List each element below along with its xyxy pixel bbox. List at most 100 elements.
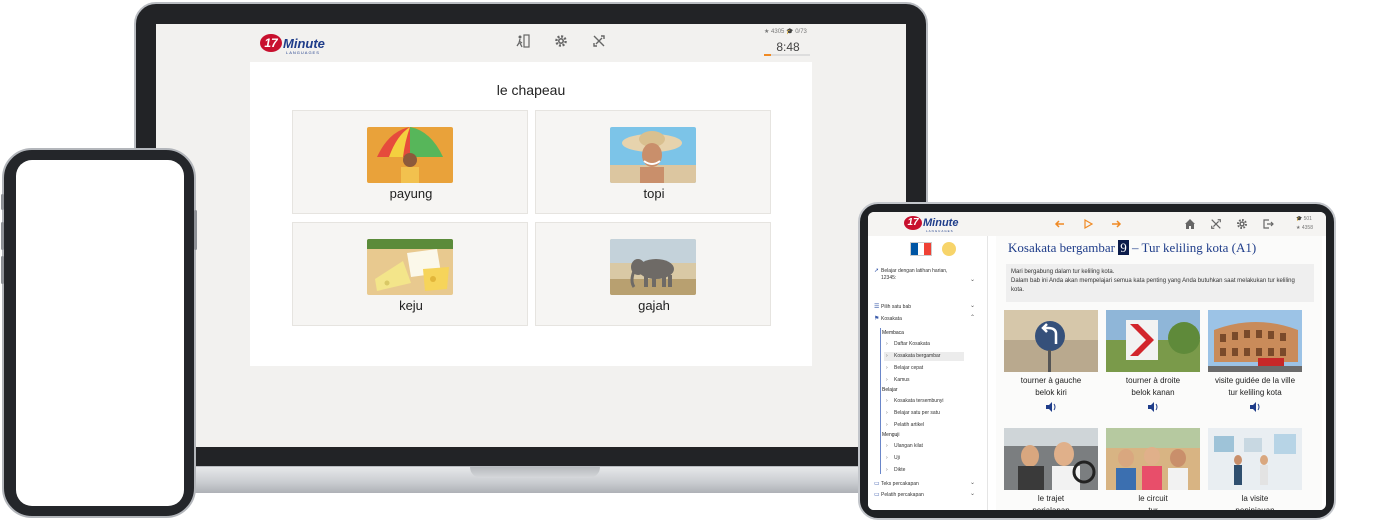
sidebar-item-pick-chapter[interactable]: ☰ Pilih satu bab <box>874 304 969 311</box>
option-label: payung <box>389 186 433 201</box>
sidebar-item-quick-learn[interactable]: Belajar cepat <box>884 364 964 373</box>
sidebar-item-daily[interactable]: ➚ Belajar dengan latihan harian, 12345: <box>874 268 969 282</box>
translation: tur keliling kota <box>1228 388 1282 397</box>
turn-left-sign-image <box>1004 310 1098 372</box>
logo-subtitle: LANGUAGES <box>926 229 954 233</box>
timer-progress <box>764 54 810 56</box>
home-icon[interactable] <box>1184 218 1196 230</box>
vocabulary-label: Kosakata <box>881 316 902 322</box>
answer-option[interactable]: gajah <box>535 222 771 326</box>
translation: belok kiri <box>1035 388 1067 397</box>
stars-count: ★ 4358 <box>1296 225 1313 231</box>
chevron-down-icon[interactable]: ⌄ <box>970 479 975 486</box>
tour-group-image <box>1106 428 1200 490</box>
gallery-visit-image <box>1208 428 1302 490</box>
description-line: Dalam bab ini Anda akan mempelajari semu… <box>1011 278 1295 293</box>
vocab-card[interactable]: tourner à droite belok kanan <box>1106 310 1200 412</box>
play-icon[interactable] <box>1082 218 1094 230</box>
sidebar-item-hidden-vocab[interactable]: Kosakata tersembunyi <box>884 397 964 406</box>
translation: tur <box>1106 505 1200 510</box>
chevron-down-icon[interactable]: ⌄ <box>970 490 975 497</box>
laptop-header: 17 Minute LANGUAGES ★ 4305 🎓 0/73 8:48 <box>156 24 906 62</box>
tablet-screen: 17 Minute LANGUAGES 🎓 501 ★ 4358 ➚ Belaj… <box>868 212 1326 510</box>
french-word: tourner à droite <box>1125 376 1181 385</box>
speaker-icon[interactable] <box>1249 402 1261 412</box>
phone-mute-switch <box>1 194 4 210</box>
gear-icon[interactable] <box>1236 218 1248 230</box>
chevron-up-icon[interactable]: ⌃ <box>970 314 975 321</box>
speaker-icon[interactable] <box>1045 402 1057 412</box>
french-word: la visite <box>1241 494 1269 503</box>
cheese-image <box>367 239 453 295</box>
unlink-icon[interactable] <box>592 34 606 48</box>
daily-code: 12345: <box>881 275 897 281</box>
vocabulary-icon: ⚑ <box>874 316 880 322</box>
conversation-label: Teks percakapan <box>881 481 919 487</box>
logout-icon[interactable] <box>1262 218 1274 230</box>
french-word: le circuit <box>1138 494 1168 503</box>
chat-icon: ▭ <box>874 492 880 498</box>
french-word: tourner à gauche <box>1020 376 1082 385</box>
timer: 8:48 <box>776 40 800 54</box>
sidebar-item-article-trainer[interactable]: Pelatih artikel <box>884 421 964 430</box>
phone-volume-up <box>1 222 4 250</box>
phone-frame <box>1 148 197 518</box>
phone-power-button <box>194 210 197 250</box>
sidebar-item-dictionary[interactable]: Kamus <box>884 376 964 385</box>
tree-line <box>880 328 881 474</box>
french-flag-icon[interactable] <box>910 242 932 256</box>
sidebar: ➚ Belajar dengan latihan harian, 12345: ⌄… <box>868 236 988 510</box>
phone-screen[interactable] <box>16 160 184 506</box>
translation: belok kanan <box>1131 388 1175 397</box>
sidebar-item-vocabulary[interactable]: ⚑ Kosakata <box>874 316 969 323</box>
forward-arrow-icon[interactable] <box>1110 218 1122 230</box>
book-icon: ▭ <box>874 481 880 487</box>
stars-count: ★ 4305 <box>764 29 785 35</box>
section-learn: Belajar <box>882 387 898 393</box>
list-icon: ☰ <box>874 304 880 310</box>
exit-runner-icon[interactable] <box>516 34 530 48</box>
gear-icon[interactable] <box>554 34 568 48</box>
french-word: le trajet <box>1037 494 1065 503</box>
logo[interactable]: 17 Minute LANGUAGES <box>260 34 325 55</box>
vocab-card[interactable]: le trajet perjalanan <box>1004 428 1098 510</box>
sidebar-item-test[interactable]: Uji <box>884 454 964 463</box>
chapter-description: Mari bergabung dalam tur keliling kota. … <box>1006 264 1314 302</box>
sidebar-item-conv-trainer[interactable]: ▭ Pelatih percakapan <box>874 492 969 499</box>
sidebar-item-picture-vocab[interactable]: Kosakata bergambar <box>884 352 964 361</box>
sidebar-item-one-by-one[interactable]: Belajar satu per satu <box>884 409 964 418</box>
chevron-down-icon[interactable]: ⌄ <box>970 276 975 283</box>
sidebar-item-vocab-list[interactable]: Daftar Kosakata <box>884 340 964 349</box>
pick-chapter-label: Pilih satu bab <box>881 304 912 310</box>
answer-option[interactable]: keju <box>292 222 528 326</box>
caps-count: 🎓 0/73 <box>786 29 807 35</box>
score-stats: 🎓 501 ★ 4358 <box>1296 215 1313 233</box>
sidebar-item-conversation[interactable]: ▭ Teks percakapan <box>874 481 969 488</box>
quiz-card: le chapeau payung topi keju gajah <box>250 62 812 366</box>
sidebar-item-quick-quiz[interactable]: Ulangan kilat <box>884 442 964 451</box>
sidebar-item-dictation[interactable]: Dikte <box>884 466 964 475</box>
hat-image <box>610 127 696 183</box>
elephant-image <box>610 239 696 295</box>
vocab-card[interactable]: visite guidée de la ville tur keliling k… <box>1208 310 1302 412</box>
chapter-number: 9 <box>1118 240 1129 255</box>
logo-subtitle: LANGUAGES <box>286 50 320 55</box>
logo-number: 17 <box>260 34 282 52</box>
main-content: Kosakata bergambar 9 – Tur keliling kota… <box>996 236 1322 510</box>
unlink-icon[interactable] <box>1210 218 1222 230</box>
vocab-card[interactable]: le circuit tur <box>1106 428 1200 510</box>
vocab-card[interactable]: tourner à gauche belok kiri <box>1004 310 1098 412</box>
daily-label: Belajar dengan latihan harian, <box>881 268 948 274</box>
caps-count: 🎓 501 <box>1296 216 1312 222</box>
daily-streak-icon[interactable] <box>942 242 956 256</box>
chevron-down-icon[interactable]: ⌄ <box>970 302 975 309</box>
answer-option[interactable]: topi <box>535 110 771 214</box>
speaker-icon[interactable] <box>1147 402 1159 412</box>
phone-volume-down <box>1 256 4 284</box>
tablet-frame: 17 Minute LANGUAGES 🎓 501 ★ 4358 ➚ Belaj… <box>858 202 1336 520</box>
tablet-header: 17 Minute LANGUAGES 🎓 501 ★ 4358 <box>868 212 1326 236</box>
logo[interactable]: 17 Minute LANGUAGES <box>904 216 958 233</box>
answer-option[interactable]: payung <box>292 110 528 214</box>
back-arrow-icon[interactable] <box>1054 218 1066 230</box>
vocab-card[interactable]: la visite peninjauan <box>1208 428 1302 510</box>
